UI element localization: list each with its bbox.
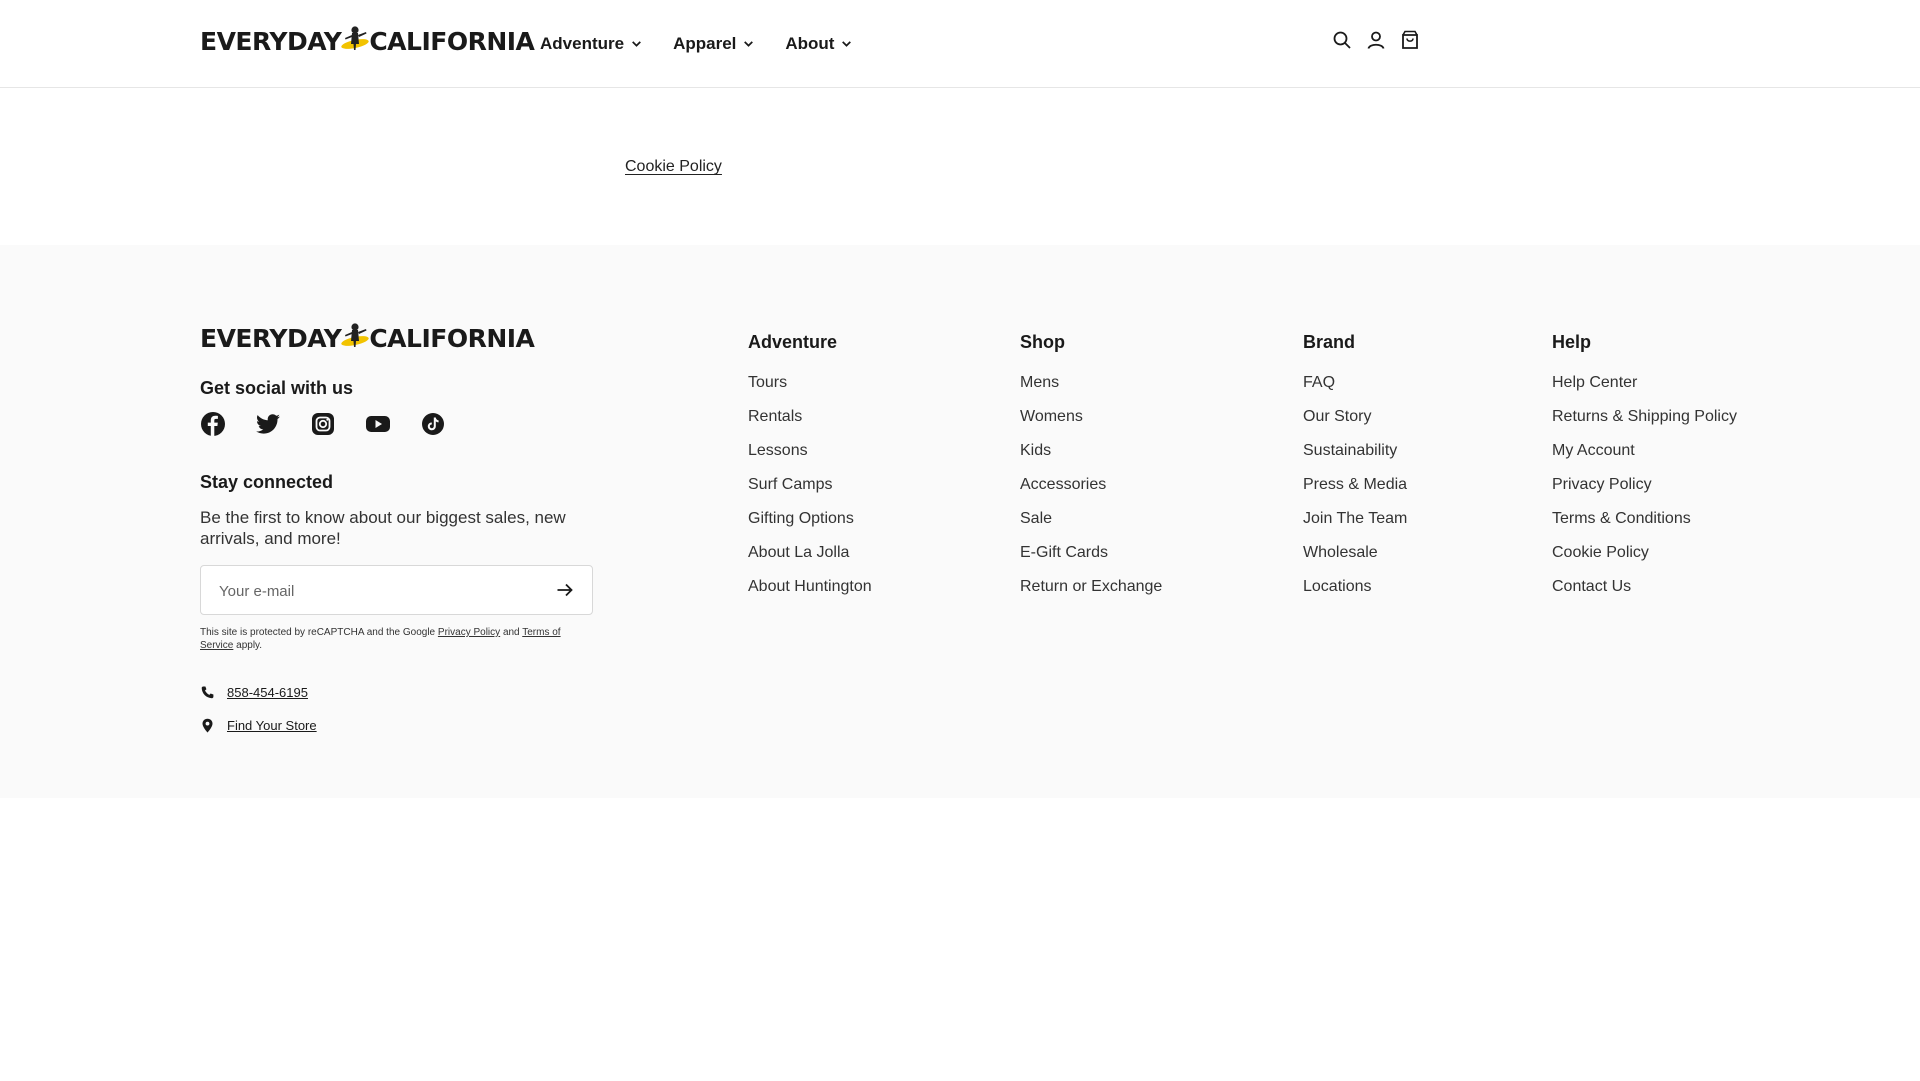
facebook-icon[interactable] — [200, 411, 226, 437]
recaptcha-and: and — [502, 627, 520, 638]
social-title: Get social with us — [200, 378, 354, 398]
brand-logo-right: CALIFORNIA — [369, 27, 535, 56]
footer-column-brand: Brand FAQ Our Story Sustainability Press… — [1303, 332, 1407, 611]
twitter-icon[interactable] — [255, 411, 281, 437]
footer-link[interactable]: Cookie Policy — [1552, 543, 1737, 577]
account-icon[interactable] — [1366, 30, 1386, 50]
stay-connected-title: Stay connected — [200, 472, 334, 492]
footer-link[interactable]: E-Gift Cards — [1020, 543, 1162, 577]
search-icon[interactable] — [1332, 30, 1352, 50]
nav-adventure-label: Adventure — [540, 33, 625, 53]
newsletter-form — [200, 565, 593, 616]
footer-link[interactable]: My Account — [1552, 441, 1737, 475]
column-title: Adventure — [748, 332, 838, 352]
brand-logo-right: CALIFORNIA — [369, 324, 535, 353]
youtube-icon[interactable] — [365, 411, 391, 437]
instagram-icon[interactable] — [310, 411, 336, 437]
phone-contact: 858-454-6195 — [200, 685, 308, 700]
footer-column-adventure: Adventure Tours Rentals Lessons Surf Cam… — [748, 332, 872, 611]
footer-link[interactable]: Locations — [1303, 577, 1407, 611]
footer-link[interactable]: Return or Exchange — [1020, 577, 1162, 611]
main-nav: Adventure Apparel About — [540, 0, 853, 87]
column-title: Help — [1552, 332, 1592, 352]
brand-logo-left: EVERYDAY — [200, 324, 342, 353]
site-footer: EVERYDAY CALIFORNIA Get social with us S… — [0, 245, 1920, 798]
footer-column-shop: Shop Mens Womens Kids Accessories Sale E… — [1020, 332, 1162, 611]
footer-link[interactable]: Accessories — [1020, 475, 1162, 509]
nav-about[interactable]: About — [785, 34, 853, 54]
footer-link[interactable]: Sale — [1020, 509, 1162, 543]
nav-apparel[interactable]: Apparel — [673, 34, 755, 54]
footer-link[interactable]: Privacy Policy — [1552, 475, 1737, 509]
nav-apparel-label: Apparel — [673, 33, 737, 53]
footer-link[interactable]: Sustainability — [1303, 441, 1407, 475]
footer-link[interactable]: Wholesale — [1303, 543, 1407, 577]
footer-link[interactable]: Tours — [748, 373, 872, 407]
tiktok-icon[interactable] — [420, 411, 446, 437]
brand-logo[interactable]: EVERYDAY CALIFORNIA — [200, 24, 535, 56]
surfer-bird-icon — [341, 323, 370, 347]
arrow-right-icon[interactable] — [556, 581, 574, 599]
footer-link[interactable]: Contact Us — [1552, 577, 1737, 611]
footer-link[interactable]: Join The Team — [1303, 509, 1407, 543]
footer-link[interactable]: Surf Camps — [748, 475, 872, 509]
find-store-link[interactable]: Find Your Store — [227, 718, 317, 733]
surfer-bird-icon — [341, 26, 370, 50]
email-input[interactable] — [217, 566, 541, 616]
footer-link[interactable]: Gifting Options — [748, 509, 872, 543]
footer-link[interactable]: Kids — [1020, 441, 1162, 475]
nav-about-label: About — [785, 33, 835, 53]
stay-connected-description: Be the first to know about our biggest s… — [200, 508, 566, 548]
footer-link[interactable]: Womens — [1020, 407, 1162, 441]
footer-brand-logo[interactable]: EVERYDAY CALIFORNIA — [200, 321, 535, 353]
footer-link[interactable]: Lessons — [748, 441, 872, 475]
social-links — [200, 411, 446, 437]
chevron-down-icon — [744, 41, 754, 47]
recaptcha-prefix: This site is protected by reCAPTCHA and … — [200, 627, 436, 638]
store-locator: Find Your Store — [200, 718, 317, 733]
column-title: Brand — [1303, 332, 1356, 352]
header-actions — [1332, 30, 1420, 50]
footer-link[interactable]: Press & Media — [1303, 475, 1407, 509]
cart-icon[interactable] — [1400, 30, 1420, 50]
footer-link[interactable]: Our Story — [1303, 407, 1407, 441]
footer-link[interactable]: Terms & Conditions — [1552, 509, 1737, 543]
footer-link[interactable]: About La Jolla — [748, 543, 872, 577]
recaptcha-privacy-link[interactable]: Privacy Policy — [438, 627, 500, 638]
phone-icon — [201, 686, 214, 699]
footer-link[interactable]: Mens — [1020, 373, 1162, 407]
column-title: Shop — [1020, 332, 1065, 352]
recaptcha-notice: This site is protected by reCAPTCHA and … — [200, 626, 590, 652]
footer-link[interactable]: Rentals — [748, 407, 872, 441]
brand-logo-left: EVERYDAY — [200, 27, 342, 56]
footer-link[interactable]: Help Center — [1552, 373, 1737, 407]
nav-adventure[interactable]: Adventure — [540, 34, 643, 54]
phone-link[interactable]: 858-454-6195 — [227, 685, 308, 700]
footer-column-help: Help Help Center Returns & Shipping Poli… — [1552, 332, 1737, 611]
cookie-policy-link[interactable]: Cookie Policy — [625, 158, 722, 176]
chevron-down-icon — [842, 41, 852, 47]
site-header: EVERYDAY CALIFORNIA Adventure Apparel Ab… — [0, 0, 1920, 88]
recaptcha-suffix: apply. — [236, 640, 263, 651]
chevron-down-icon — [632, 41, 641, 47]
map-pin-icon — [202, 718, 213, 733]
footer-link[interactable]: Returns & Shipping Policy — [1552, 407, 1737, 441]
footer-link[interactable]: About Huntington — [748, 577, 872, 611]
footer-link[interactable]: FAQ — [1303, 373, 1407, 407]
